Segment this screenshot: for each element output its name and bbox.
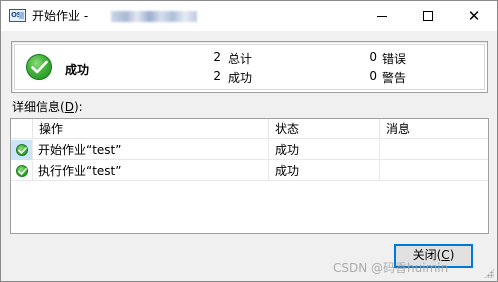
column-header-status[interactable]: 状态 <box>269 119 380 139</box>
minimize-button[interactable] <box>359 1 405 31</box>
row-action: 开始作业“test” <box>33 140 269 160</box>
column-header-action[interactable]: 操作 <box>33 119 269 139</box>
app-icon: OS <box>9 9 26 22</box>
success-check-icon <box>16 144 28 156</box>
close-icon: ✕ <box>467 6 481 25</box>
row-action: 执行作业“test” <box>33 161 269 181</box>
resize-grip[interactable] <box>484 268 494 278</box>
success-check-icon <box>26 54 52 80</box>
dialog-window: OS 开始作业 - ✕ 成功 2 总计 0 错误 2 成功 0 警告 详细信息(… <box>0 0 498 282</box>
row-message <box>380 140 488 160</box>
success-check-icon <box>16 165 28 177</box>
table-row[interactable]: 执行作业“test” 成功 <box>11 161 488 181</box>
details-label: 详细信息(D): <box>12 100 83 114</box>
row-status: 成功 <box>269 140 380 160</box>
column-header-message[interactable]: 消息 <box>380 119 488 139</box>
table-header: 操作 状态 消息 <box>11 119 488 139</box>
window-title: 开始作业 - <box>32 9 89 23</box>
error-count: 0 <box>369 50 377 64</box>
watermark: CSDN @码香huimin <box>333 261 449 275</box>
minimize-icon <box>377 15 387 17</box>
warning-label: 警告 <box>382 71 407 85</box>
total-count: 2 <box>213 50 221 64</box>
row-message <box>380 161 488 181</box>
row-status: 成功 <box>269 161 380 181</box>
window-close-button[interactable]: ✕ <box>451 1 497 31</box>
column-header-icon[interactable] <box>11 119 33 139</box>
table-row[interactable]: 开始作业“test” 成功 <box>11 140 488 160</box>
summary-panel: 成功 2 总计 0 错误 2 成功 0 警告 <box>11 41 488 93</box>
success-label: 成功 <box>228 71 253 85</box>
maximize-icon <box>423 11 433 21</box>
title-bar[interactable]: OS 开始作业 - ✕ <box>1 1 497 31</box>
error-label: 错误 <box>382 52 407 66</box>
warning-count: 0 <box>369 69 377 83</box>
summary-status: 成功 <box>65 63 90 77</box>
details-table[interactable]: 操作 状态 消息 开始作业“test” 成功 执行作业“test” 成功 <box>10 118 489 234</box>
total-label: 总计 <box>228 52 253 66</box>
redacted-title-area <box>111 11 197 22</box>
success-count: 2 <box>213 69 221 83</box>
maximize-button[interactable] <box>405 1 451 31</box>
